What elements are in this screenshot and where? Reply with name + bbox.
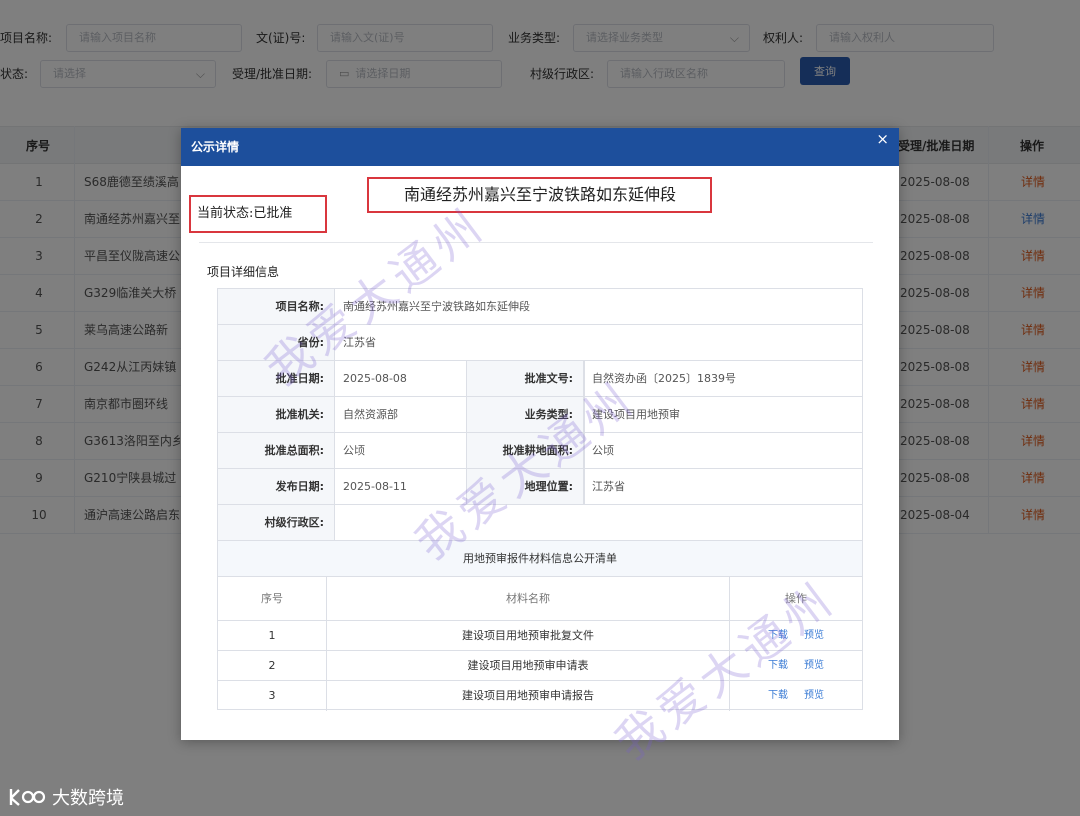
detail-label: 发布日期: xyxy=(218,469,335,504)
detail-label: 项目名称: xyxy=(218,289,335,324)
detail-modal: 公示详情 × 当前状态:已批准 南通经苏州嘉兴至宁波铁路如东延伸段 项目详细信息… xyxy=(181,128,899,740)
material-name: 建设项目用地预审申请报告 xyxy=(462,689,594,702)
preview-link[interactable]: 预览 xyxy=(804,681,824,711)
detail-value: 公顷 xyxy=(592,444,614,457)
materials-col-name: 材料名称 xyxy=(506,592,550,605)
project-title: 南通经苏州嘉兴至宁波铁路如东延伸段 xyxy=(403,185,676,204)
section-title: 项目详细信息 xyxy=(207,265,280,279)
detail-value: 自然资源部 xyxy=(343,408,398,421)
detail-label: 批准耕地面积: xyxy=(467,433,584,468)
detail-label: 省份: xyxy=(218,325,335,360)
download-link[interactable]: 下载 xyxy=(768,651,788,681)
brand-logo: 大数跨境 xyxy=(8,784,124,810)
detail-value: 江苏省 xyxy=(343,336,376,349)
material-name: 建设项目用地预审申请表 xyxy=(467,659,589,672)
material-name: 建设项目用地预审批复文件 xyxy=(462,629,594,642)
detail-table: 项目名称: 南通经苏州嘉兴至宁波铁路如东延伸段 省份: 江苏省 批准日期: 20… xyxy=(217,288,863,711)
detail-label: 批准文号: xyxy=(467,361,584,396)
detail-label: 批准总面积: xyxy=(218,433,335,468)
detail-value: 2025-08-11 xyxy=(343,480,407,493)
materials-col-no: 序号 xyxy=(261,592,283,605)
modal-header: 公示详情 × xyxy=(181,128,899,166)
detail-value xyxy=(335,505,862,540)
modal-title: 公示详情 xyxy=(191,140,240,154)
detail-label: 批准机关: xyxy=(218,397,335,432)
download-link[interactable]: 下载 xyxy=(768,621,788,651)
divider xyxy=(199,242,873,243)
preview-link[interactable]: 预览 xyxy=(804,621,824,651)
detail-value: 公顷 xyxy=(343,444,365,457)
logo-text: 大数跨境 xyxy=(52,788,124,809)
download-link[interactable]: 下载 xyxy=(768,681,788,711)
current-status: 当前状态:已批准 xyxy=(197,206,293,221)
detail-label: 地理位置: xyxy=(467,469,584,504)
material-no: 1 xyxy=(268,629,276,642)
material-no: 2 xyxy=(268,659,276,672)
detail-value: 自然资办函〔2025〕1839号 xyxy=(592,372,736,385)
detail-value: 南通经苏州嘉兴至宁波铁路如东延伸段 xyxy=(343,300,530,313)
materials-title: 用地预审报件材料信息公开清单 xyxy=(218,541,862,576)
detail-label: 业务类型: xyxy=(467,397,584,432)
close-icon[interactable]: × xyxy=(876,130,889,148)
preview-link[interactable]: 预览 xyxy=(804,651,824,681)
materials-col-op: 操作 xyxy=(785,592,807,605)
detail-label: 批准日期: xyxy=(218,361,335,396)
material-no: 3 xyxy=(268,689,276,702)
detail-label: 村级行政区: xyxy=(218,505,335,540)
detail-value: 江苏省 xyxy=(592,480,625,493)
detail-value: 建设项目用地预审 xyxy=(592,408,680,421)
logo-icon xyxy=(9,789,46,806)
detail-value: 2025-08-08 xyxy=(343,372,407,385)
